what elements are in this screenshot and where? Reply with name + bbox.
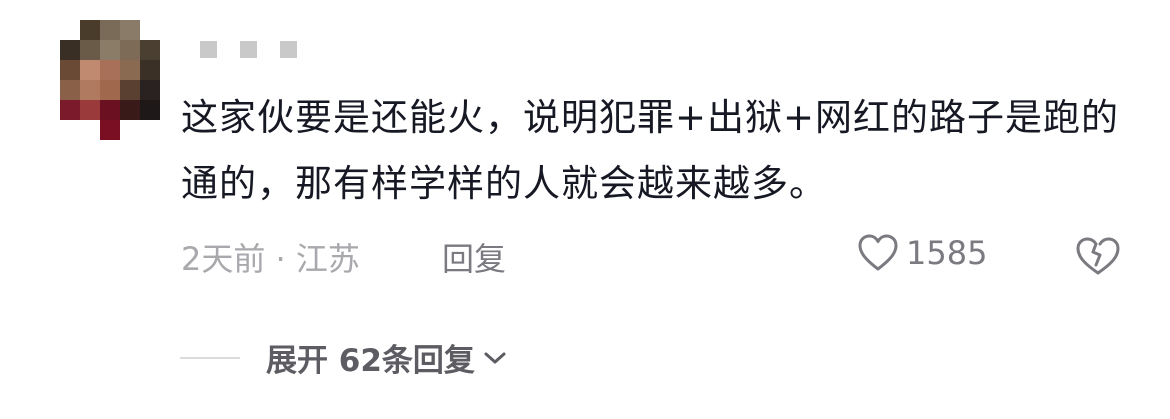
like-button[interactable]: 1585 <box>858 234 987 272</box>
comment-meta: 2天前 · 江苏 <box>181 234 360 280</box>
expand-replies-button[interactable]: 展开 62条回复 <box>180 335 507 380</box>
avatar[interactable] <box>60 20 160 140</box>
username[interactable] <box>200 41 320 62</box>
heart-outline-icon <box>858 234 898 271</box>
broken-heart-icon <box>1076 237 1120 275</box>
divider-line <box>180 356 240 359</box>
chevron-down-icon <box>484 352 506 363</box>
dislike-button[interactable] <box>1075 236 1121 280</box>
comment-location: 江苏 <box>295 240 360 278</box>
like-count: 1585 <box>906 234 988 272</box>
comment-time: 2天前 <box>181 240 266 278</box>
expand-replies-label: 展开 62条回复 <box>266 343 475 379</box>
meta-separator: · <box>265 240 296 278</box>
comment-text: 这家伙要是还能火，说明犯罪+出狱+网红的路子是跑的通的，那有样学样的人就会越来越… <box>181 96 1120 205</box>
reply-button[interactable]: 回复 <box>442 234 506 280</box>
